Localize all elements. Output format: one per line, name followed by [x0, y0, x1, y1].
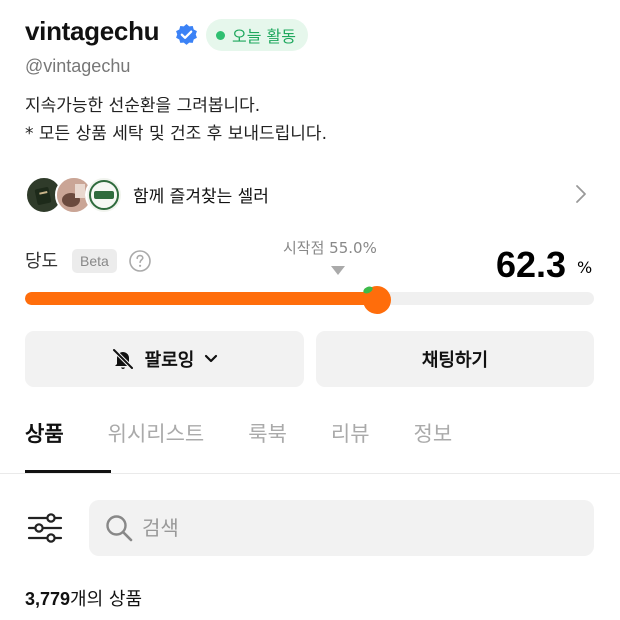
seller-bio: 지속가능한 선순환을 그려봅니다. * 모든 상품 세탁 및 건조 후 보내드립…: [25, 92, 327, 148]
chevron-right-icon: [576, 185, 586, 203]
tab-wishlist[interactable]: 위시리스트: [108, 418, 205, 474]
tab-reviews[interactable]: 리뷰: [331, 418, 370, 474]
help-icon[interactable]: [128, 249, 152, 273]
sweetness-score: 62.3: [496, 244, 567, 285]
sweetness-progress-fill: [25, 292, 380, 305]
beta-badge: Beta: [72, 249, 117, 273]
apple-knob-icon: [363, 286, 392, 314]
seller-handle: @vintagechu: [25, 56, 131, 76]
bio-line: 지속가능한 선순환을 그려봅니다.: [25, 96, 261, 116]
sweetness-label: 당도: [25, 251, 59, 272]
activity-status-label: 오늘 활동: [232, 27, 296, 46]
product-count-suffix: 개의 상품: [70, 589, 143, 610]
product-count: 3,779개의 상품: [25, 585, 142, 611]
chat-button[interactable]: 채팅하기: [316, 331, 594, 387]
active-tab-indicator: [25, 470, 111, 473]
online-dot-icon: [216, 30, 225, 40]
start-point-marker: [331, 266, 345, 275]
seller-avatars: [25, 174, 125, 214]
activity-status-badge: 오늘 활동: [206, 19, 308, 51]
verified-badge-icon: [176, 24, 197, 45]
sweetness-progress-track: [25, 292, 594, 305]
tab-lookbook[interactable]: 룩북: [248, 418, 287, 474]
avatar: [85, 176, 123, 214]
tab-info[interactable]: 정보: [414, 418, 453, 474]
tab-products[interactable]: 상품: [25, 418, 64, 474]
filter-icon[interactable]: [27, 512, 63, 544]
chat-button-label: 채팅하기: [421, 350, 489, 371]
similar-sellers-row[interactable]: 함께 즐겨찾는 셀러: [25, 172, 595, 216]
bio-line: * 모든 상품 세탁 및 건조 후 보내드립니다.: [25, 124, 327, 144]
search-input[interactable]: [142, 500, 582, 556]
following-button[interactable]: 팔로잉: [25, 331, 304, 387]
search-icon: [106, 515, 133, 542]
chevron-down-icon: [205, 354, 218, 363]
tabs-divider: [0, 473, 620, 474]
product-count-number: 3,779: [25, 589, 71, 609]
start-point-label: 시작점 55.0%: [283, 239, 377, 257]
following-button-label: 팔로잉: [144, 350, 195, 371]
profile-tabs: 상품 위시리스트 룩북 리뷰 정보: [25, 418, 595, 474]
sweetness-score-unit: %: [577, 258, 593, 277]
seller-username: vintagechu: [25, 16, 160, 46]
similar-sellers-label: 함께 즐겨찾는 셀러: [133, 186, 269, 207]
bell-off-icon: [112, 348, 134, 370]
